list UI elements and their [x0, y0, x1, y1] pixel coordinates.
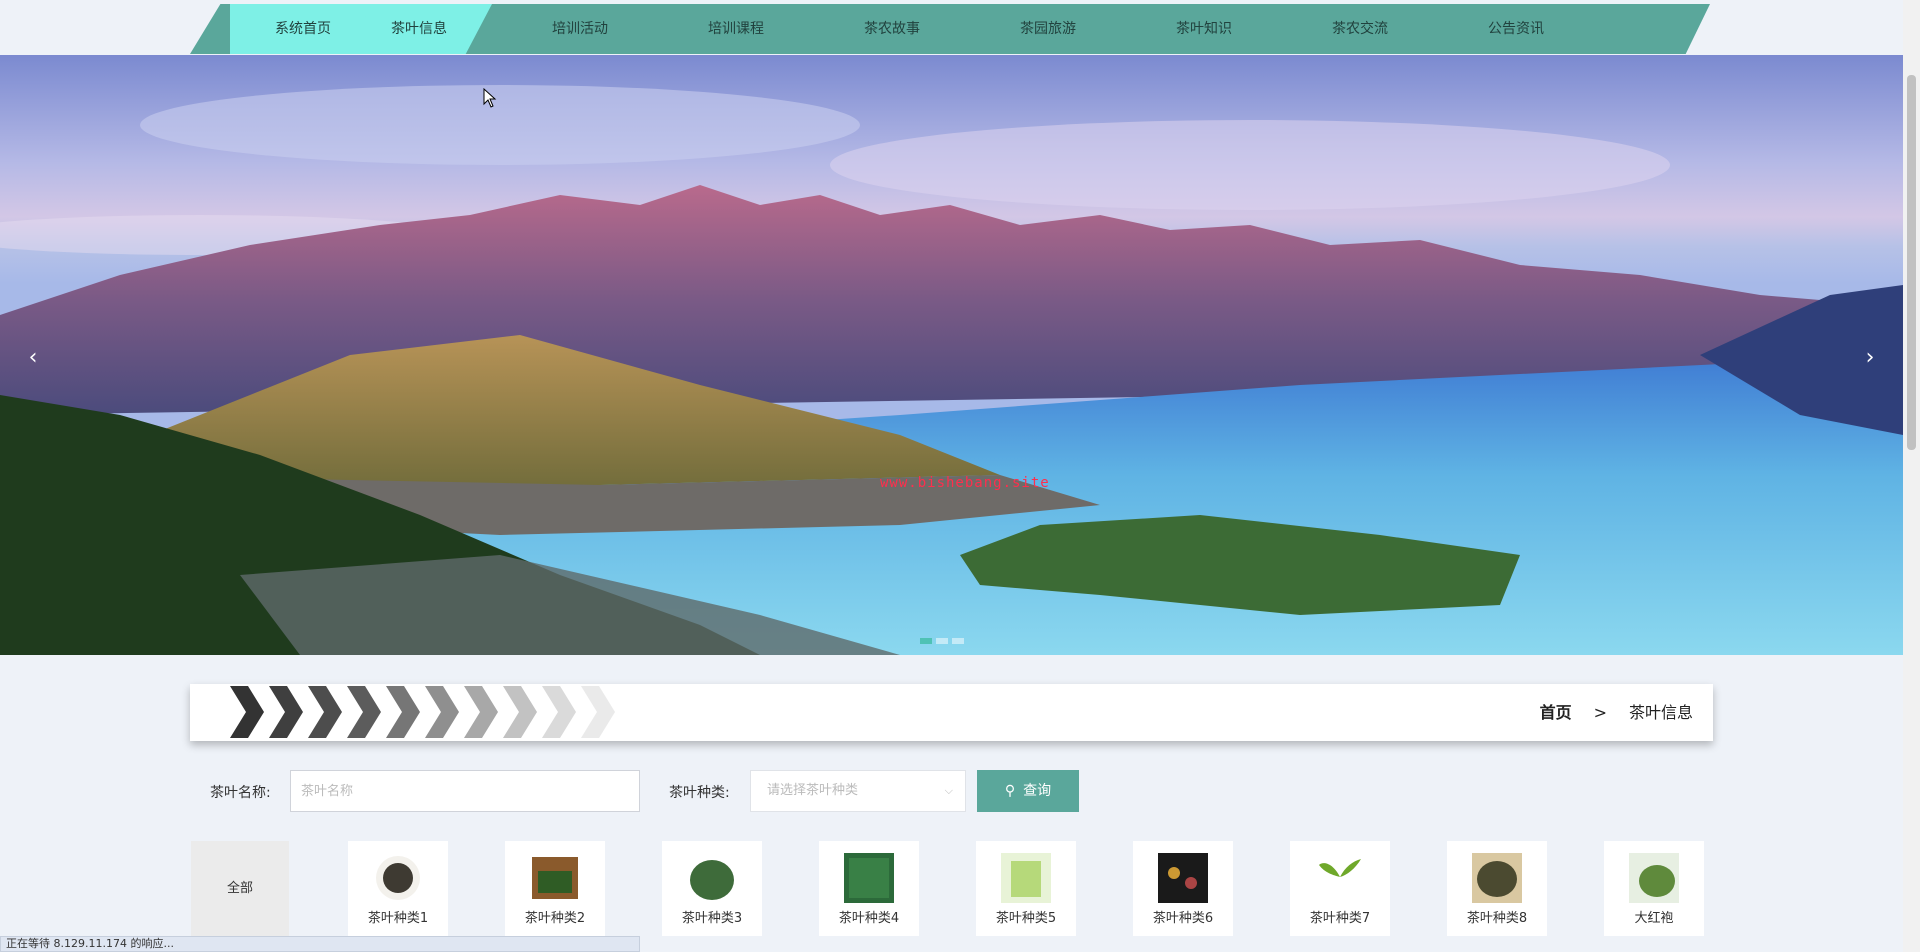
- tea-pile-icon: [690, 860, 734, 900]
- category-item[interactable]: 茶叶种类4: [819, 841, 919, 936]
- carousel-dot[interactable]: [936, 638, 948, 644]
- tea-bowl-icon: [376, 856, 420, 900]
- category-item[interactable]: 茶叶种类3: [662, 841, 762, 936]
- category-item[interactable]: 茶叶种类8: [1447, 841, 1547, 936]
- nav-item-farmer-stories[interactable]: 茶农故事: [819, 4, 965, 54]
- category-label: 茶叶种类7: [1309, 911, 1371, 926]
- category-item[interactable]: 茶叶种类1: [348, 841, 448, 936]
- tea-leaves-icon: [844, 853, 894, 903]
- browser-status-bar: 正在等待 8.129.11.174 的响应...: [0, 936, 640, 952]
- nav-item-label: 茶农交流: [1332, 21, 1388, 37]
- carousel-indicators: [920, 638, 964, 644]
- category-label: 茶叶种类5: [995, 911, 1057, 926]
- nav-item-label: 公告资讯: [1488, 21, 1544, 37]
- nav-item-label: 茶叶知识: [1176, 21, 1232, 37]
- nav-item-label: 茶叶信息: [391, 21, 447, 37]
- carousel-prev-arrow[interactable]: ‹: [18, 338, 48, 378]
- top-nav: 系统首页 茶叶信息 培训活动 培训课程 茶农故事 茶园旅游 茶叶知识 茶农交流 …: [190, 4, 1710, 54]
- category-label: 大红袍: [1634, 911, 1674, 926]
- category-label: 茶叶种类2: [524, 911, 586, 926]
- chevron-left-icon: ‹: [28, 345, 38, 370]
- tea-type-label: 茶叶种类:: [669, 785, 730, 801]
- status-text: 正在等待 8.129.11.174 的响应...: [6, 937, 174, 950]
- nav-item-label: 培训课程: [708, 21, 764, 37]
- nav-item-garden-tourism[interactable]: 茶园旅游: [975, 4, 1121, 54]
- category-item[interactable]: 茶叶种类7: [1290, 841, 1390, 936]
- category-item[interactable]: 茶叶种类5: [976, 841, 1076, 936]
- carousel-dot[interactable]: [952, 638, 964, 644]
- watermark: www.bishebang.site: [880, 475, 1050, 491]
- breadcrumb-home[interactable]: 首页: [1540, 684, 1572, 741]
- nav-item-label: 茶园旅游: [1020, 21, 1076, 37]
- tea-name-label: 茶叶名称:: [210, 785, 271, 801]
- tea-package-icon: [1158, 853, 1208, 903]
- nav-item-announcements[interactable]: 公告资讯: [1443, 4, 1589, 54]
- green-tea-cup-icon: [1001, 853, 1051, 903]
- page-scrollbar[interactable]: [1903, 0, 1920, 952]
- search-button-label: 查询: [1023, 783, 1052, 799]
- category-label: 全部: [226, 881, 253, 896]
- category-label: 茶叶种类1: [367, 911, 429, 926]
- tea-blend-icon: [1472, 853, 1522, 903]
- mouse-cursor-icon: [483, 88, 497, 108]
- landscape-image: [0, 85, 1903, 655]
- category-label: 茶叶种类8: [1466, 911, 1528, 926]
- category-label: 茶叶种类4: [838, 911, 900, 926]
- category-all[interactable]: 全部: [191, 841, 289, 936]
- nav-item-tea-knowledge[interactable]: 茶叶知识: [1131, 4, 1277, 54]
- dahongpao-icon: [1629, 853, 1679, 903]
- carousel-next-arrow[interactable]: ›: [1855, 338, 1885, 378]
- nav-item-training-activities[interactable]: 培训活动: [507, 4, 653, 54]
- category-item[interactable]: 茶叶种类6: [1133, 841, 1233, 936]
- breadcrumb-separator: >: [1593, 703, 1607, 722]
- nav-item-label: 系统首页: [275, 21, 331, 37]
- breadcrumb: 首页 > 茶叶信息: [1540, 684, 1693, 741]
- tea-type-placeholder: 请选择茶叶种类: [767, 783, 859, 798]
- tea-type-select[interactable]: 请选择茶叶种类 ⌵: [750, 770, 966, 812]
- carousel-dot[interactable]: [920, 638, 932, 644]
- chevron-down-icon: ⌵: [944, 784, 953, 797]
- decorative-chevrons-icon: [230, 686, 615, 738]
- breadcrumb-current: 茶叶信息: [1628, 703, 1693, 722]
- category-label: 茶叶种类3: [681, 911, 743, 926]
- chevron-right-icon: ›: [1865, 345, 1875, 370]
- search-button[interactable]: ⚲ 查询: [977, 770, 1079, 812]
- banner-carousel[interactable]: ‹ › www.bishebang.site: [0, 55, 1903, 655]
- search-icon: ⚲: [1004, 783, 1016, 799]
- tea-box-icon: [532, 857, 578, 899]
- nav-item-label: 茶农故事: [864, 21, 920, 37]
- nav-item-label: 培训活动: [552, 21, 608, 37]
- nav-item-farmer-exchange[interactable]: 茶农交流: [1287, 4, 1433, 54]
- category-item[interactable]: 大红袍: [1604, 841, 1704, 936]
- breadcrumb-bar: 首页 > 茶叶信息: [190, 684, 1713, 741]
- category-item[interactable]: 茶叶种类2: [505, 841, 605, 936]
- nav-item-training-courses[interactable]: 培训课程: [663, 4, 809, 54]
- tea-name-input[interactable]: [290, 770, 640, 812]
- scrollbar-thumb[interactable]: [1907, 75, 1916, 450]
- category-label: 茶叶种类6: [1152, 911, 1214, 926]
- tea-sprout-icon: [1319, 859, 1361, 899]
